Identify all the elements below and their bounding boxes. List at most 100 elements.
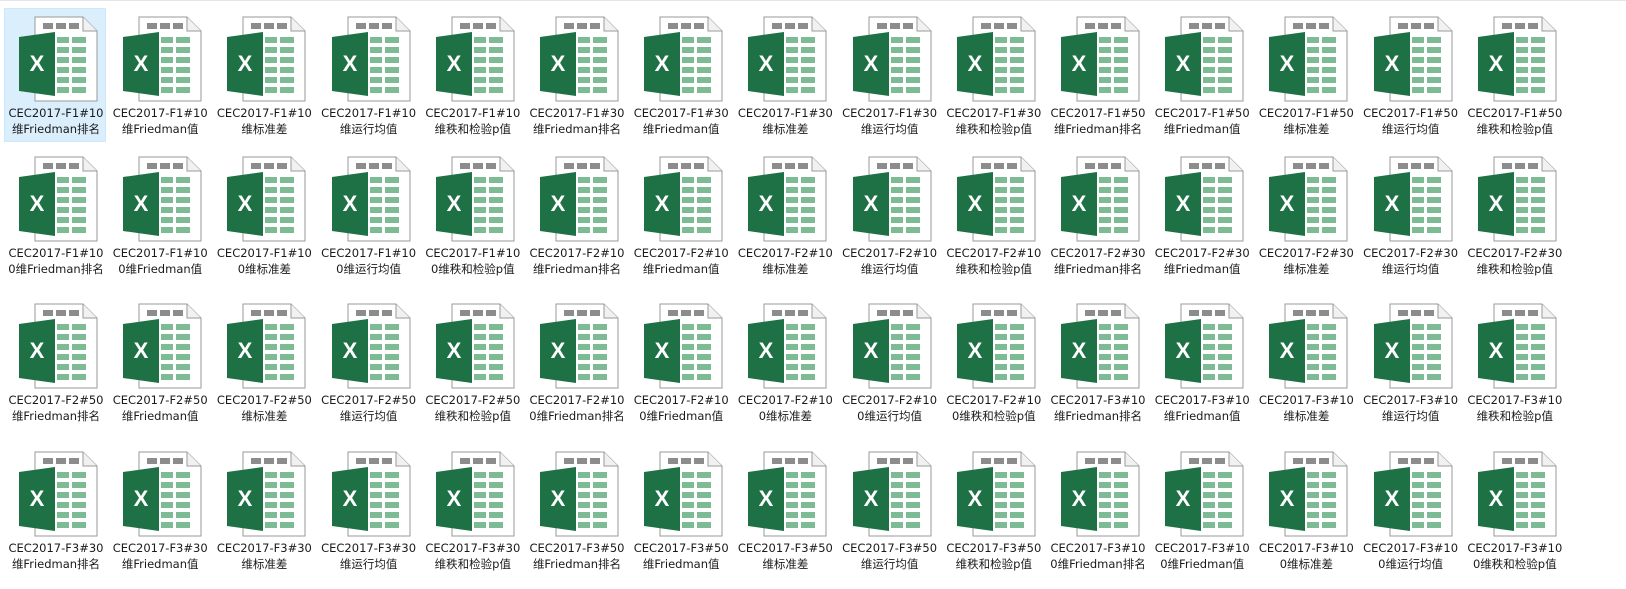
- svg-text:X: X: [863, 191, 878, 216]
- svg-text:X: X: [863, 486, 878, 511]
- excel-file-icon: X: [1165, 451, 1244, 537]
- file-item[interactable]: X CEC2017-F3#100维Friedman值: [1150, 443, 1252, 577]
- svg-text:X: X: [967, 486, 982, 511]
- file-item[interactable]: X CEC2017-F1#30维标准差: [733, 8, 835, 142]
- svg-text:X: X: [238, 486, 253, 511]
- file-item[interactable]: X CEC2017-F2#100维Friedman值: [629, 295, 731, 429]
- file-name-label: CEC2017-F2#30维Friedman排名: [1050, 246, 1146, 276]
- excel-file-icon: X: [540, 156, 619, 242]
- excel-file-icon: X: [852, 156, 932, 242]
- excel-file-icon: X: [227, 451, 306, 537]
- file-item[interactable]: X CEC2017-F1#30维Friedman排名: [525, 8, 627, 142]
- file-item[interactable]: X CEC2017-F2#10维标准差: [733, 148, 835, 282]
- file-item[interactable]: X CEC2017-F1#50维标准差: [1254, 8, 1356, 142]
- file-item[interactable]: X CEC2017-F2#30维秩和检验p值: [1463, 148, 1565, 282]
- svg-text:X: X: [1072, 51, 1087, 76]
- file-item[interactable]: X CEC2017-F1#30维运行均值: [838, 8, 940, 142]
- svg-text:X: X: [1280, 338, 1295, 363]
- file-item[interactable]: X CEC2017-F2#50维Friedman排名: [4, 295, 106, 429]
- svg-text:X: X: [1384, 338, 1399, 363]
- file-name-label: CEC2017-F3#30维Friedman值: [112, 541, 208, 571]
- file-item[interactable]: X CEC2017-F1#50维秩和检验p值: [1463, 8, 1565, 142]
- file-item[interactable]: X CEC2017-F3#30维标准差: [212, 443, 314, 577]
- file-item[interactable]: X CEC2017-F3#30维Friedman值: [108, 443, 210, 577]
- file-item[interactable]: X CEC2017-F1#30维秩和检验p值: [942, 8, 1044, 142]
- excel-file-icon: X: [1165, 303, 1244, 389]
- file-item[interactable]: X CEC2017-F1#10维标准差: [212, 8, 314, 142]
- file-item[interactable]: X CEC2017-F1#50维Friedman值: [1150, 8, 1252, 142]
- file-item[interactable]: X CEC2017-F2#100维秩和检验p值: [942, 295, 1044, 429]
- file-item[interactable]: X CEC2017-F3#10维Friedman排名: [1046, 295, 1148, 429]
- file-name-label: CEC2017-F1#50维标准差: [1258, 106, 1354, 136]
- excel-file-icon: X: [1373, 303, 1453, 389]
- file-item[interactable]: X CEC2017-F2#100维Friedman排名: [525, 295, 627, 429]
- file-name-label: CEC2017-F2#100维Friedman值: [633, 393, 729, 423]
- file-item[interactable]: X CEC2017-F2#100维标准差: [733, 295, 835, 429]
- file-item[interactable]: X CEC2017-F1#100维秩和检验p值: [421, 148, 523, 282]
- file-item[interactable]: X CEC2017-F1#10维Friedman排名: [4, 8, 106, 142]
- file-name-label: CEC2017-F1#30维Friedman值: [633, 106, 729, 136]
- file-name-label: CEC2017-F1#100维运行均值: [321, 246, 417, 276]
- file-item[interactable]: X CEC2017-F3#10维Friedman值: [1150, 295, 1252, 429]
- file-item[interactable]: X CEC2017-F3#10维标准差: [1254, 295, 1356, 429]
- svg-text:X: X: [759, 191, 774, 216]
- file-item[interactable]: X CEC2017-F2#50维标准差: [212, 295, 314, 429]
- excel-file-icon: X: [1061, 303, 1140, 389]
- file-item[interactable]: X CEC2017-F3#50维运行均值: [838, 443, 940, 577]
- svg-text:X: X: [759, 486, 774, 511]
- file-item[interactable]: X CEC2017-F2#10维Friedman排名: [525, 148, 627, 282]
- excel-file-icon: X: [1373, 451, 1453, 537]
- file-item[interactable]: X CEC2017-F1#100维Friedman值: [108, 148, 210, 282]
- file-item[interactable]: X CEC2017-F2#30维Friedman排名: [1046, 148, 1148, 282]
- file-grid: X CEC2017-F1#10维Friedman排名 X CEC2017-F1#…: [4, 8, 1626, 589]
- file-item[interactable]: X CEC2017-F1#100维标准差: [212, 148, 314, 282]
- file-item[interactable]: X CEC2017-F2#10维运行均值: [838, 148, 940, 282]
- file-item[interactable]: X CEC2017-F1#50维运行均值: [1359, 8, 1461, 142]
- file-item[interactable]: X CEC2017-F2#50维运行均值: [317, 295, 419, 429]
- file-item[interactable]: X CEC2017-F3#100维运行均值: [1359, 443, 1461, 577]
- file-name-label: CEC2017-F2#30维运行均值: [1363, 246, 1459, 276]
- file-name-label: CEC2017-F3#10维Friedman值: [1154, 393, 1250, 423]
- excel-file-icon: X: [1477, 451, 1557, 537]
- file-item[interactable]: X CEC2017-F2#50维秩和检验p值: [421, 295, 523, 429]
- file-item[interactable]: X CEC2017-F2#30维运行均值: [1359, 148, 1461, 282]
- excel-file-icon: X: [644, 451, 723, 537]
- file-item[interactable]: X CEC2017-F2#10维Friedman值: [629, 148, 731, 282]
- file-name-label: CEC2017-F1#100维标准差: [216, 246, 312, 276]
- file-item[interactable]: X CEC2017-F3#100维Friedman排名: [1046, 443, 1148, 577]
- file-item[interactable]: X CEC2017-F3#30维运行均值: [317, 443, 419, 577]
- file-name-label: CEC2017-F2#50维运行均值: [321, 393, 417, 423]
- svg-text:X: X: [1176, 51, 1191, 76]
- file-item[interactable]: X CEC2017-F1#10维秩和检验p值: [421, 8, 523, 142]
- file-item[interactable]: X CEC2017-F3#30维Friedman排名: [4, 443, 106, 577]
- file-name-label: CEC2017-F2#50维标准差: [216, 393, 312, 423]
- file-item[interactable]: X CEC2017-F2#100维运行均值: [838, 295, 940, 429]
- file-item[interactable]: X CEC2017-F2#30维标准差: [1254, 148, 1356, 282]
- file-name-label: CEC2017-F1#50维Friedman排名: [1050, 106, 1146, 136]
- file-item[interactable]: X CEC2017-F3#100维标准差: [1254, 443, 1356, 577]
- file-item[interactable]: X CEC2017-F1#10维Friedman值: [108, 8, 210, 142]
- file-item[interactable]: X CEC2017-F2#30维Friedman值: [1150, 148, 1252, 282]
- file-item[interactable]: X CEC2017-F3#10维秩和检验p值: [1463, 295, 1565, 429]
- file-item[interactable]: X CEC2017-F1#10维运行均值: [317, 8, 419, 142]
- file-item[interactable]: X CEC2017-F3#10维运行均值: [1359, 295, 1461, 429]
- file-item[interactable]: X CEC2017-F2#50维Friedman值: [108, 295, 210, 429]
- svg-text:X: X: [342, 51, 357, 76]
- file-item[interactable]: X CEC2017-F1#30维Friedman值: [629, 8, 731, 142]
- excel-file-icon: X: [1061, 16, 1140, 102]
- file-item[interactable]: X CEC2017-F1#100维运行均值: [317, 148, 419, 282]
- file-item[interactable]: X CEC2017-F1#50维Friedman排名: [1046, 8, 1148, 142]
- file-item[interactable]: X CEC2017-F3#50维秩和检验p值: [942, 443, 1044, 577]
- svg-text:X: X: [238, 51, 253, 76]
- excel-file-icon: X: [331, 156, 411, 242]
- file-item[interactable]: X CEC2017-F2#10维秩和检验p值: [942, 148, 1044, 282]
- file-item[interactable]: X CEC2017-F3#50维Friedman值: [629, 443, 731, 577]
- svg-text:X: X: [134, 51, 149, 76]
- file-item[interactable]: X CEC2017-F3#50维Friedman排名: [525, 443, 627, 577]
- file-item[interactable]: X CEC2017-F3#100维秩和检验p值: [1463, 443, 1565, 577]
- file-item[interactable]: X CEC2017-F3#30维秩和检验p值: [421, 443, 523, 577]
- file-item[interactable]: X CEC2017-F1#100维Friedman排名: [4, 148, 106, 282]
- excel-file-icon: X: [1477, 156, 1557, 242]
- excel-file-icon: X: [123, 451, 202, 537]
- file-item[interactable]: X CEC2017-F3#50维标准差: [733, 443, 835, 577]
